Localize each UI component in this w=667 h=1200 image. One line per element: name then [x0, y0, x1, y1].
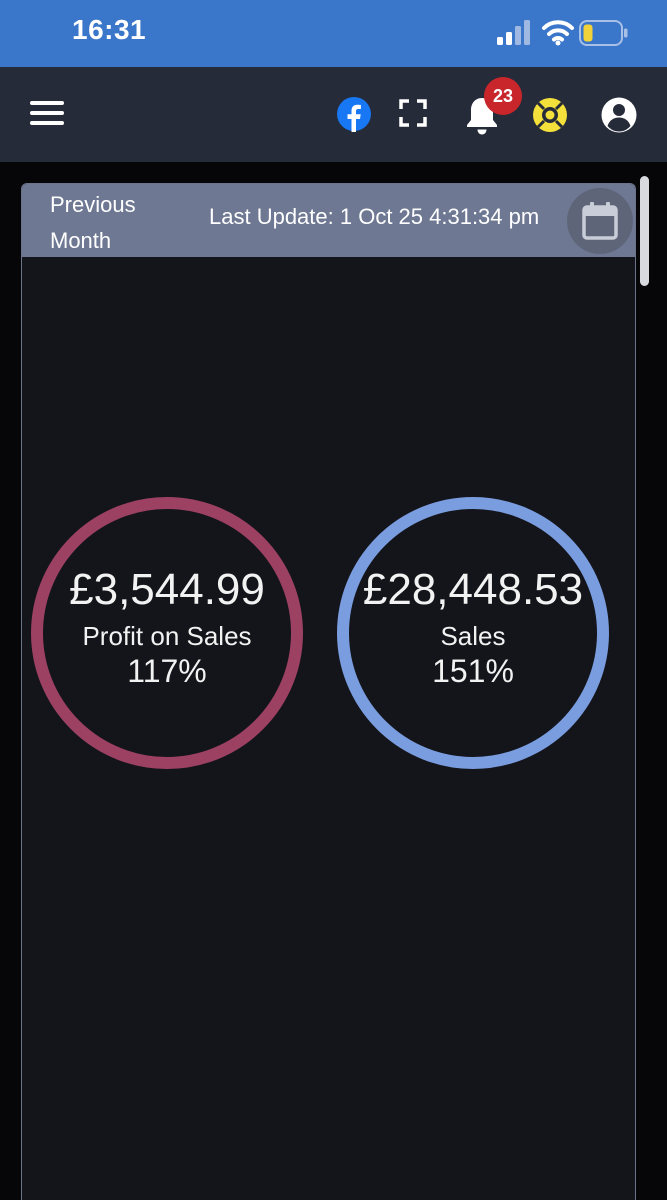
signal-icon: [497, 20, 530, 45]
profit-percent: 117%: [127, 653, 207, 689]
calendar-icon: [582, 202, 618, 240]
app-bar: 23: [0, 67, 667, 162]
account-icon[interactable]: [600, 96, 638, 134]
dashboard-panel: Previous Month Last Update: 1 Oct 25 4:3…: [21, 183, 636, 1200]
sales-percent: 151%: [432, 653, 514, 689]
profit-label: Profit on Sales: [82, 621, 252, 651]
scrollbar[interactable]: [640, 176, 649, 286]
status-time: 16:31: [72, 14, 147, 45]
facebook-icon[interactable]: [336, 96, 372, 132]
help-icon[interactable]: [531, 96, 569, 134]
sales-metric-ring[interactable]: £28,448.53 Sales 151%: [337, 497, 609, 769]
notification-badge: 23: [484, 77, 522, 115]
fullscreen-icon[interactable]: [398, 98, 428, 128]
panel-header: Previous Month Last Update: 1 Oct 25 4:3…: [22, 184, 635, 257]
calendar-button[interactable]: [567, 188, 633, 254]
sales-label: Sales: [440, 621, 506, 651]
sales-value: £28,448.53: [362, 565, 584, 614]
status-bar: 16:31: [0, 0, 667, 67]
wifi-icon: [542, 20, 574, 46]
menu-icon[interactable]: [30, 101, 64, 127]
profit-metric-ring[interactable]: £3,544.99 Profit on Sales 117%: [31, 497, 303, 769]
profit-value: £3,544.99: [69, 565, 265, 614]
last-update-text: Last Update: 1 Oct 25 4:31:34 pm: [209, 204, 540, 229]
period-label[interactable]: Previous Month: [50, 187, 160, 259]
battery-icon: [579, 20, 628, 46]
